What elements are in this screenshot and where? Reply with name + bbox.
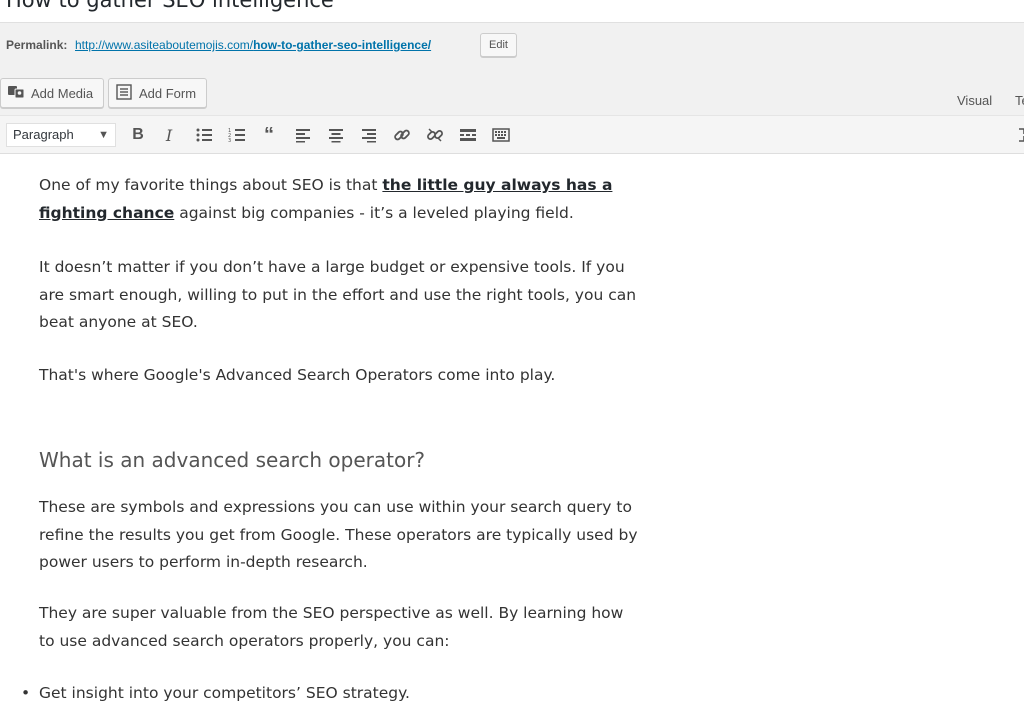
toolbar-toggle-button[interactable] [489,123,513,147]
permalink-label: Permalink: [6,38,68,52]
permalink-url-slug: how-to-gather-seo-intelligence/ [253,38,432,52]
editor-toolbar: Paragraph ▼ B I 123 “ [0,115,1024,154]
permalink-link[interactable]: http://www.asiteaboutemojis.com/how-to-g… [75,38,431,52]
add-form-button[interactable]: Add Form [108,78,208,108]
paragraph-text: against big companies - it’s a leveled p… [174,203,574,222]
paragraph: One of my favorite things about SEO is t… [39,172,639,227]
list-item-text: Get insight into your competitors’ SEO s… [39,684,410,702]
permalink-url-base: http://www.asiteaboutemojis.com/ [75,38,254,52]
fullscreen-icon [1019,128,1024,142]
post-title-input[interactable]: How to gather SEO intelligence [6,0,334,12]
fullscreen-button[interactable] [1012,123,1024,147]
caret-down-icon: ▼ [98,129,109,141]
read-more-icon [460,129,476,141]
bold-button[interactable]: B [126,123,150,147]
paragraph: It doesn’t matter if you don’t have a la… [39,258,637,331]
permalink-bar: Permalink: http://www.asiteaboutemojis.c… [0,23,1024,65]
remove-link-button[interactable] [423,123,447,147]
add-form-label: Add Form [139,85,197,101]
paragraph: That's where Google's Advanced Search Op… [39,366,556,384]
bullet-list-icon [196,128,212,142]
tab-visual[interactable]: Visual [957,93,992,108]
toolbar-toggle-icon [492,128,510,142]
numbered-list-icon: 123 [228,128,245,144]
paragraph: These are symbols and expressions you ca… [39,498,638,571]
align-left-button[interactable] [291,123,315,147]
numbered-list-button[interactable]: 123 [225,123,249,147]
bullet-list-button[interactable] [192,123,216,147]
add-media-button[interactable]: Add Media [0,78,105,108]
blockquote-icon: “ [264,124,274,146]
format-select[interactable]: Paragraph ▼ [6,123,116,147]
italic-button[interactable]: I [157,123,181,147]
italic-icon: I [165,125,173,145]
unlink-icon [427,128,443,142]
form-icon [115,83,133,104]
list-item: • Get insight into your competitors’ SEO … [21,680,410,708]
bold-icon: B [132,126,144,143]
align-center-button[interactable] [324,123,348,147]
align-right-icon [362,129,376,143]
paragraph: They are super valuable from the SEO per… [39,604,624,650]
section-heading: What is an advanced search operator? [39,448,426,472]
align-center-icon [329,129,343,143]
blockquote-button[interactable]: “ [257,123,281,147]
permalink-edit-button[interactable]: Edit [480,33,517,57]
add-media-icon [7,83,25,104]
svg-text:3: 3 [228,138,231,144]
media-buttons-bar: Add Media Add Form Visual Te [0,65,1024,115]
paragraph-text: One of my favorite things about SEO is t… [39,176,383,194]
read-more-button[interactable] [456,123,480,147]
link-icon [394,129,410,141]
format-select-value: Paragraph [13,127,74,142]
bullet-list: • Get insight into your competitors’ SEO … [21,680,410,708]
bullet-icon: • [21,684,31,702]
insert-link-button[interactable] [390,123,414,147]
add-media-label: Add Media [31,85,94,101]
align-left-icon [296,129,310,143]
post-title-area[interactable]: How to gather SEO intelligence [0,0,1024,23]
tab-text[interactable]: Te [1015,93,1024,108]
align-right-button[interactable] [357,123,381,147]
